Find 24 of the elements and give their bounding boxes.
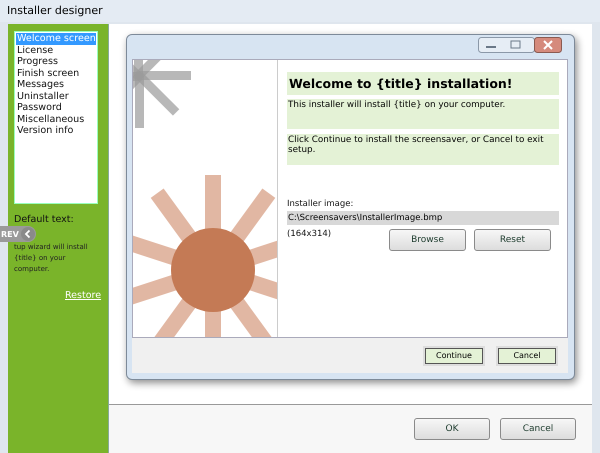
welcome-heading: Welcome to {title} installation!	[287, 72, 559, 95]
list-item[interactable]: Messages	[16, 79, 96, 90]
list-item[interactable]: Password	[16, 102, 96, 114]
list-item[interactable]: Version info	[16, 125, 96, 136]
footer-button[interactable]: OK	[414, 418, 490, 440]
image-size: (164x314)	[287, 229, 332, 241]
footer-button[interactable]: Cancel	[500, 418, 576, 440]
image-path-field: C:\Screensavers\InstallerImage.bmp	[287, 211, 559, 225]
instructions-text: Click Continue to install the screensaver, or Cancel to exit setup.	[287, 134, 559, 165]
image-button[interactable]: Browse	[389, 229, 466, 251]
list-item[interactable]: Uninstaller	[16, 90, 96, 102]
dialog-button[interactable]: Continue	[425, 348, 483, 364]
list-item[interactable]: Finish screen	[16, 68, 96, 79]
window-title: Installer designer	[0, 0, 600, 22]
list-item[interactable]: License	[16, 44, 96, 56]
list-item[interactable]: Progress	[16, 56, 96, 68]
chevron-left-icon[interactable]	[20, 227, 35, 241]
image-label: Installer image:	[287, 199, 354, 209]
default-text-label: Default text:	[14, 214, 75, 225]
image-button[interactable]: Reset	[474, 229, 551, 251]
dialog-button[interactable]: Cancel	[498, 348, 556, 364]
window-controls-icon[interactable]	[478, 37, 562, 53]
intro-text: This installer will install {title} on your computer.	[287, 99, 559, 129]
list-item[interactable]: Miscellaneous	[16, 114, 96, 125]
